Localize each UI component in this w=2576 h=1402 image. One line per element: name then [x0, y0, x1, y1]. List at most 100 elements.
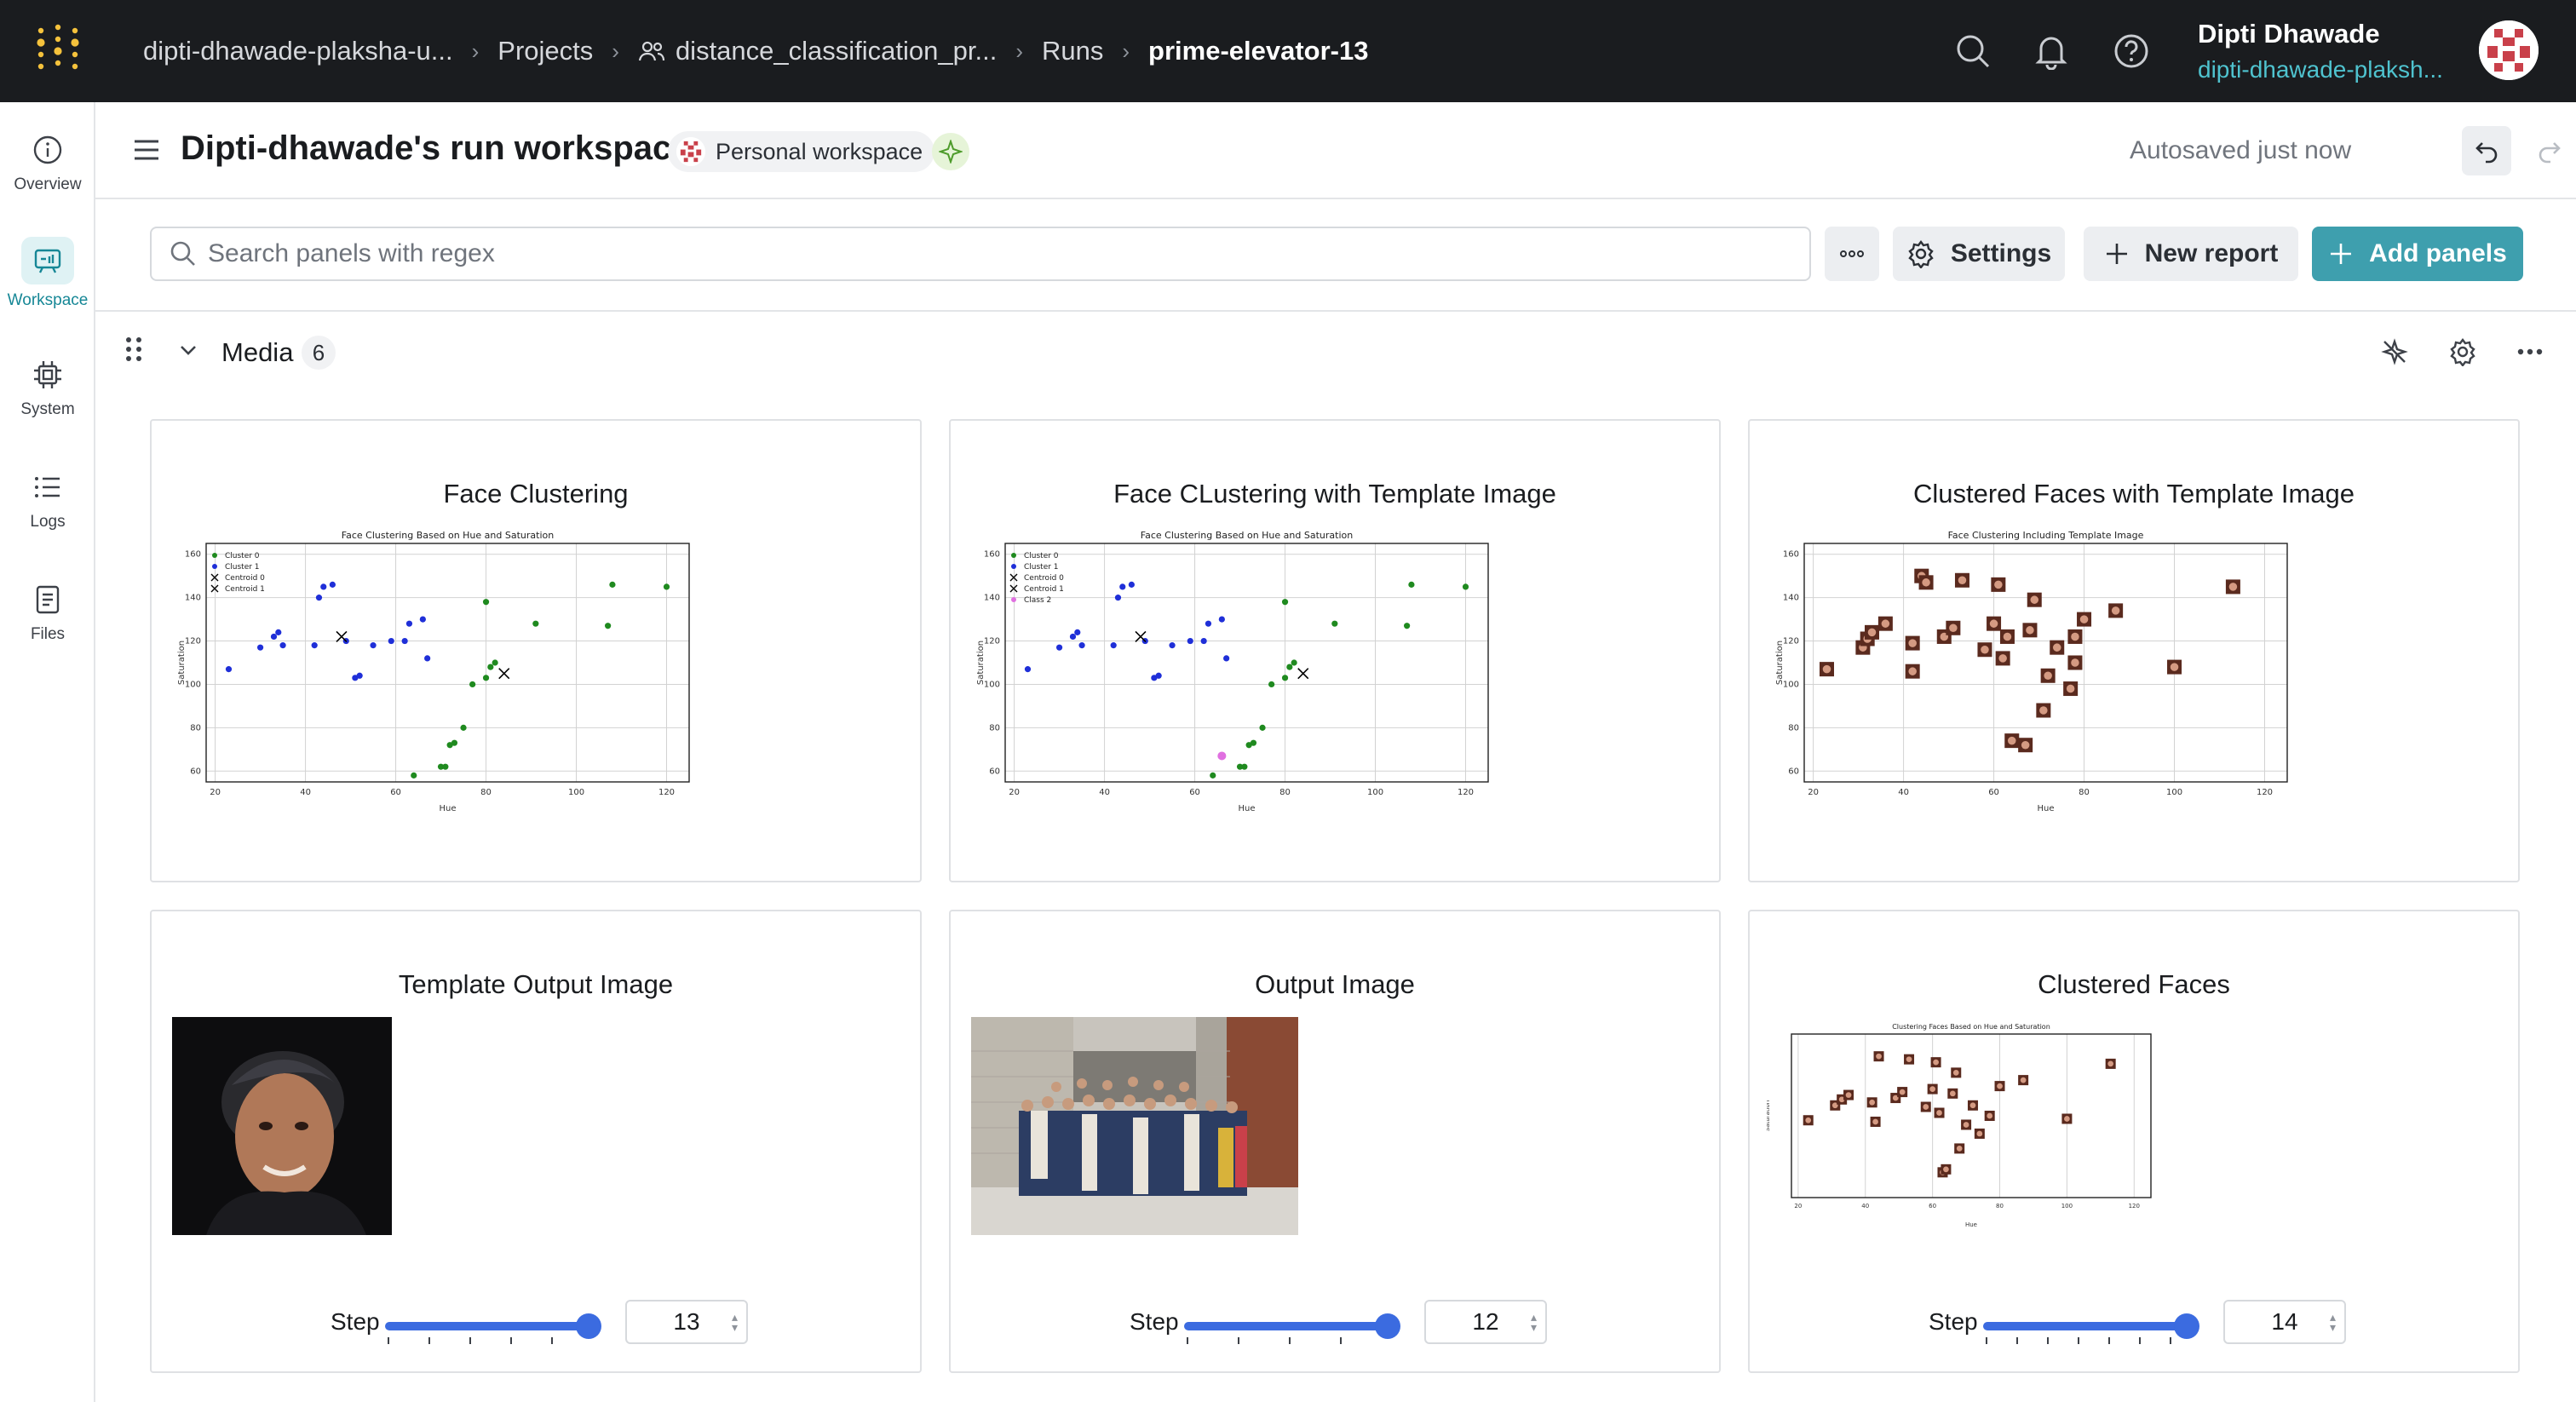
x-tick-label: 40 — [1898, 788, 1909, 797]
chevron-right-icon: › — [1015, 37, 1023, 64]
wandb-logo-icon[interactable] — [32, 24, 83, 75]
face-thumbnail-face — [1929, 1086, 1936, 1092]
data-point — [1462, 583, 1469, 590]
nav-files[interactable]: Files — [0, 583, 95, 644]
legend-label: Centroid 1 — [1024, 585, 1064, 594]
nav-overview-label: Overview — [14, 175, 82, 193]
data-point — [1200, 637, 1207, 645]
face-thumbnail-face — [1958, 576, 1967, 585]
add-panels-label: Add panels — [2369, 239, 2507, 267]
face-thumbnail-face — [1936, 1110, 1942, 1116]
slider-thumb[interactable] — [2174, 1313, 2199, 1339]
nav-system[interactable]: System — [0, 358, 95, 419]
face-thumbnail-face — [2007, 736, 2016, 745]
stepper-arrows-icon[interactable]: ▴ ▾ — [732, 1311, 738, 1333]
step-input[interactable]: 14 ▴ ▾ — [2223, 1300, 2346, 1344]
face-thumbnail-face — [1822, 664, 1831, 674]
face-thumbnail-face — [1922, 578, 1930, 587]
x-tick-label: 120 — [1458, 788, 1474, 797]
breadcrumb-entity[interactable]: dipti-dhawade-plaksha-u... — [143, 36, 453, 66]
data-point — [1110, 642, 1117, 649]
x-tick-label: 80 — [480, 788, 492, 797]
media-panel[interactable]: Clustered Faces with Template Image Face… — [1748, 419, 2520, 882]
nav-workspace[interactable]: Workspace — [0, 237, 95, 310]
help-icon[interactable] — [2113, 32, 2150, 70]
legend-marker — [1011, 597, 1016, 602]
more-icon[interactable] — [2516, 348, 2544, 356]
face-thumbnail-face — [1963, 1122, 1969, 1128]
x-tick-label: 60 — [1189, 788, 1200, 797]
sparkle-off-icon[interactable] — [2380, 337, 2409, 366]
data-point — [1055, 644, 1063, 651]
legend-marker — [1009, 584, 1018, 593]
breadcrumb-run[interactable]: prime-elevator-13 — [1148, 36, 1368, 66]
nav-overview[interactable]: Overview — [0, 133, 95, 194]
media-panel[interactable]: Face CLustering with Template Image Face… — [949, 419, 1721, 882]
chevron-down-icon[interactable] — [177, 339, 199, 361]
search-options-button[interactable] — [1825, 227, 1879, 281]
x-tick-label: 20 — [1009, 788, 1020, 797]
data-point — [1259, 724, 1266, 731]
hamburger-icon[interactable] — [129, 135, 164, 165]
data-point — [469, 681, 476, 688]
scatter-chart: Face Clustering Including Template Image… — [1775, 530, 2288, 813]
section-title[interactable]: Media — [221, 337, 293, 368]
x-tick-label: 100 — [568, 788, 584, 797]
redo-button[interactable] — [2525, 126, 2574, 175]
drag-handle-icon[interactable] — [124, 336, 143, 363]
step-slider[interactable] — [385, 1312, 601, 1344]
face-thumbnail-face — [1989, 619, 1998, 628]
media-section-header: Media 6 — [95, 310, 2576, 388]
autosave-status: Autosaved just now — [2130, 136, 2352, 164]
slider-thumb[interactable] — [1375, 1313, 1400, 1339]
breadcrumb-projects[interactable]: Projects — [497, 36, 593, 66]
user-menu[interactable]: Dipti Dhawade dipti-dhawade-plaksh... — [2198, 19, 2443, 83]
media-panel[interactable]: Clustered Faces Clustering Faces Based o… — [1748, 910, 2520, 1373]
search-input[interactable] — [208, 239, 1741, 268]
data-point — [487, 664, 494, 670]
panel-title: Clustered Faces with Template Image — [1912, 479, 2355, 509]
media-panel[interactable]: Face Clustering Face Clustering Based on… — [150, 419, 922, 882]
step-value: 14 — [2271, 1308, 2298, 1335]
media-panel[interactable]: Template Output Image Step 13 ▴ ▾ — [150, 910, 922, 1373]
gear-icon — [1908, 240, 1934, 268]
avatar — [676, 137, 705, 166]
scatter-chart: Clustering Faces Based on Hue and Satura… — [1767, 1023, 2152, 1228]
step-input[interactable]: 12 ▴ ▾ — [1424, 1300, 1547, 1344]
nav-logs[interactable]: Logs — [0, 470, 95, 531]
settings-button[interactable]: Settings — [1893, 227, 2065, 281]
avatar[interactable] — [2479, 20, 2539, 80]
x-tick-label: 120 — [2129, 1203, 2140, 1210]
top-bar: dipti-dhawade-plaksha-u... › Projects › … — [0, 0, 2576, 102]
workspace-badge-label: Personal workspace — [716, 138, 923, 164]
face-thumbnail-face — [2030, 595, 2039, 604]
undo-button[interactable] — [2462, 126, 2511, 175]
stepper-arrows-icon[interactable]: ▴ ▾ — [1531, 1311, 1537, 1333]
slider-thumb[interactable] — [576, 1313, 601, 1339]
step-slider[interactable] — [1184, 1312, 1400, 1344]
chevron-right-icon: › — [471, 37, 480, 64]
sparkle-icon[interactable] — [932, 133, 969, 170]
bell-icon[interactable] — [2033, 32, 2070, 70]
add-panels-button[interactable]: Add panels — [2312, 227, 2523, 281]
data-point — [270, 633, 278, 641]
media-panel[interactable]: Output Image Step 12 ▴ ▾ — [949, 910, 1721, 1373]
face-thumbnail-face — [1981, 645, 1989, 654]
legend-label: Cluster 0 — [1024, 552, 1059, 560]
search-icon[interactable] — [1954, 32, 1992, 70]
panel-title: Template Output Image — [398, 969, 674, 999]
workspace-badge[interactable]: Personal workspace — [668, 131, 935, 172]
stepper-arrows-icon[interactable]: ▴ ▾ — [2330, 1311, 2336, 1333]
breadcrumb-runs[interactable]: Runs — [1042, 36, 1103, 66]
x-tick-label: 40 — [300, 788, 311, 797]
data-point — [1404, 623, 1411, 629]
y-tick-label: 80 — [190, 723, 201, 733]
new-report-button[interactable]: New report — [2084, 227, 2298, 281]
gear-icon[interactable] — [2448, 337, 2477, 366]
step-input[interactable]: 13 ▴ ▾ — [625, 1300, 748, 1344]
breadcrumb-project[interactable]: distance_classification_pr... — [676, 36, 997, 66]
data-point — [275, 629, 282, 635]
step-slider[interactable] — [1983, 1312, 2199, 1344]
face-thumbnail-face — [1876, 1053, 1882, 1060]
y-tick-label: 140 — [185, 594, 201, 603]
